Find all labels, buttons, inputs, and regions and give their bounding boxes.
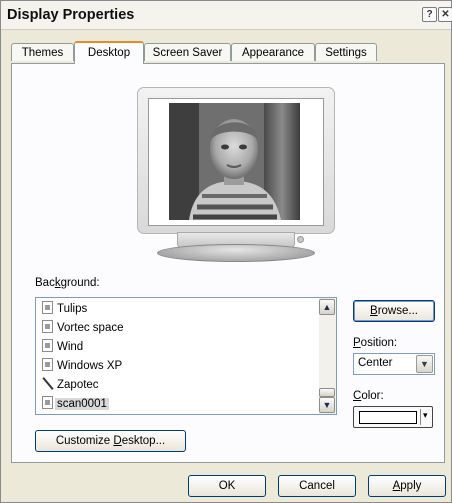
close-button[interactable]: ✕ xyxy=(438,7,452,22)
preview-screen xyxy=(148,98,324,226)
list-item[interactable]: Windows XP xyxy=(42,357,122,375)
title-bar: Display Properties ? ✕ xyxy=(1,1,452,30)
scroll-thumb[interactable] xyxy=(319,388,335,397)
list-item-selected[interactable]: scan0001 xyxy=(42,395,109,413)
help-button[interactable]: ? xyxy=(422,7,437,22)
cancel-button[interactable]: Cancel xyxy=(278,475,356,497)
tab-appearance[interactable]: Appearance xyxy=(231,43,315,61)
window-title: Display Properties xyxy=(7,7,135,23)
display-properties-dialog: Display Properties ? ✕ Themes Desktop Sc… xyxy=(0,0,452,503)
file-image-icon xyxy=(42,320,53,333)
tab-settings[interactable]: Settings xyxy=(315,43,377,61)
color-picker-button[interactable]: ▾ xyxy=(353,406,433,428)
desktop-background-photo xyxy=(169,103,300,220)
scroll-down-icon[interactable]: ▼ xyxy=(319,397,335,413)
list-item[interactable]: Tulips xyxy=(42,300,87,318)
tab-desktop[interactable]: Desktop xyxy=(74,41,144,64)
list-item[interactable]: Zapotec xyxy=(42,376,99,394)
list-scrollbar[interactable]: ▲ ▼ xyxy=(319,298,336,414)
ok-button[interactable]: OK xyxy=(188,475,266,497)
file-image-icon xyxy=(42,339,53,352)
position-select[interactable]: Center ▼ xyxy=(353,353,435,375)
color-swatch xyxy=(359,411,417,424)
position-label: Position: xyxy=(353,337,398,349)
file-image-icon xyxy=(42,301,53,314)
file-image-icon xyxy=(42,358,53,371)
position-value: Center xyxy=(358,357,393,369)
apply-button[interactable]: Apply xyxy=(368,475,446,497)
tab-themes[interactable]: Themes xyxy=(11,43,74,61)
browse-button[interactable]: Browse... xyxy=(353,300,435,322)
background-list[interactable]: Tulips Vortec space Wind Windows XP Zapo… xyxy=(35,297,337,415)
list-item[interactable]: Wind xyxy=(42,338,83,356)
scroll-up-icon[interactable]: ▲ xyxy=(319,299,335,315)
background-label: Background: xyxy=(35,277,100,289)
monitor-preview xyxy=(137,87,335,234)
list-item[interactable]: Vortec space xyxy=(42,319,123,337)
divider xyxy=(420,409,421,425)
customize-desktop-button[interactable]: Customize Desktop... xyxy=(35,430,186,452)
chevron-down-icon[interactable]: ▼ xyxy=(416,355,433,373)
chevron-down-icon: ▾ xyxy=(423,410,428,420)
pen-icon xyxy=(42,377,54,390)
tab-screen-saver[interactable]: Screen Saver xyxy=(144,43,231,61)
power-led-icon xyxy=(297,236,304,243)
monitor-stand xyxy=(157,244,315,262)
file-image-icon xyxy=(42,396,53,409)
color-label: Color: xyxy=(353,390,384,402)
